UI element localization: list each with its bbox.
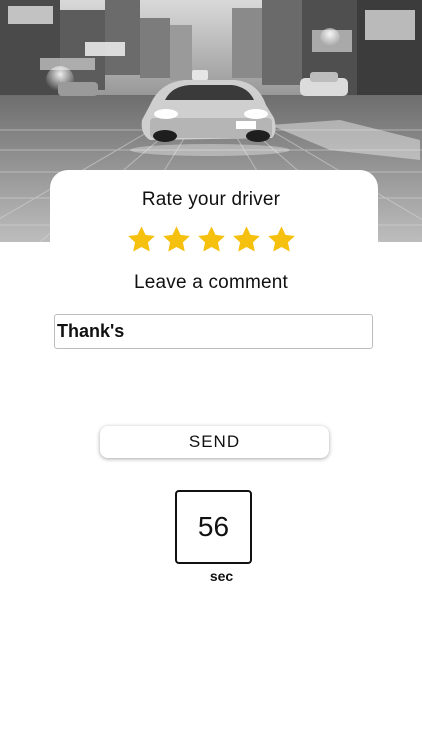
star-icon[interactable] bbox=[231, 224, 262, 255]
star-rating[interactable] bbox=[0, 224, 422, 255]
countdown-unit: sec bbox=[209, 568, 234, 584]
star-icon[interactable] bbox=[266, 224, 297, 255]
comment-input[interactable] bbox=[54, 314, 373, 349]
countdown-timer: 56 bbox=[175, 490, 252, 564]
star-icon[interactable] bbox=[126, 224, 157, 255]
star-icon[interactable] bbox=[161, 224, 192, 255]
send-button[interactable]: SEND bbox=[100, 426, 329, 458]
countdown-value: 56 bbox=[197, 511, 230, 542]
rate-driver-title: Rate your driver bbox=[141, 189, 281, 210]
star-icon[interactable] bbox=[196, 224, 227, 255]
comment-label: Leave a comment bbox=[133, 272, 289, 293]
